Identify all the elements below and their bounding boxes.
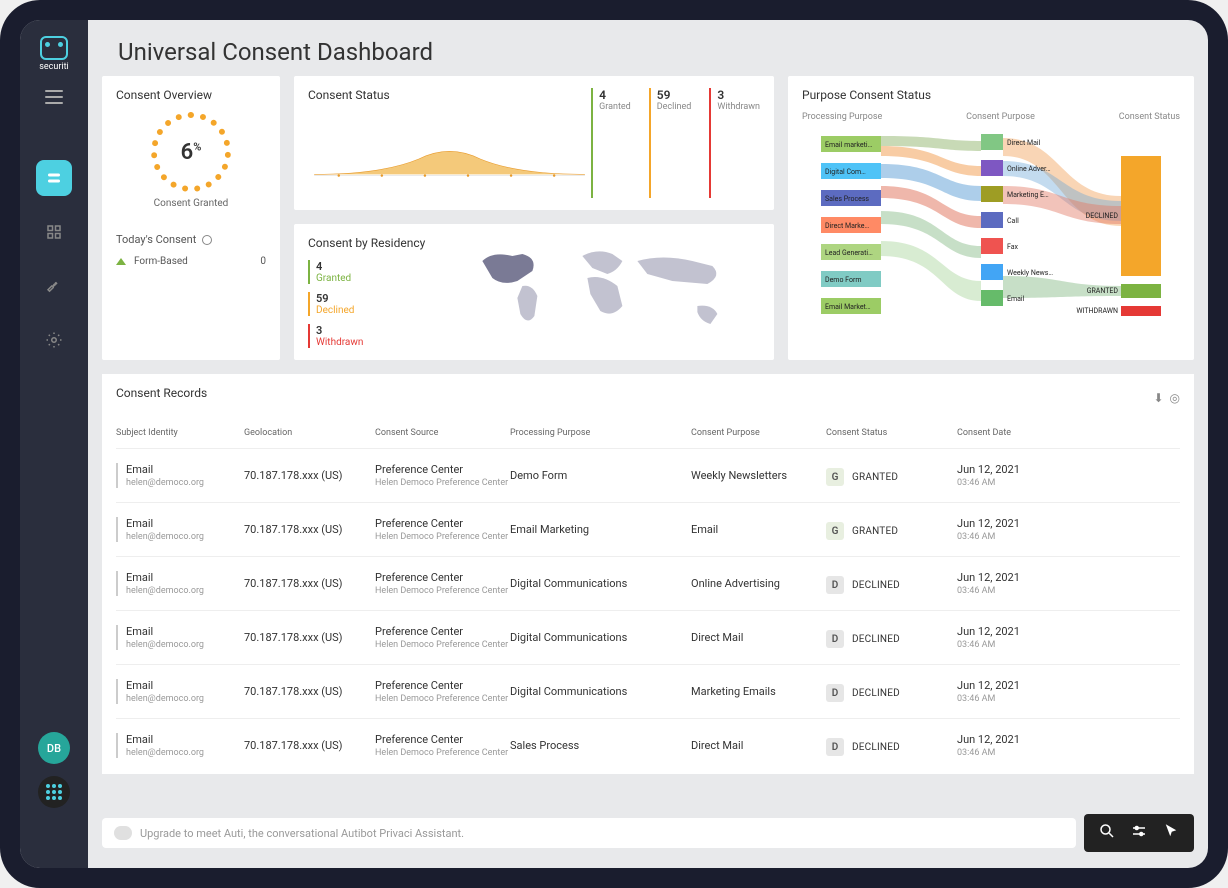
- status-stat: 59Declined: [649, 88, 692, 198]
- svg-text:Online Adver…: Online Adver…: [1007, 165, 1051, 173]
- table-row[interactable]: Emailhelen@democo.org 70.187.178.xxx (US…: [116, 556, 1180, 610]
- chat-input[interactable]: Upgrade to meet Auti, the conversational…: [102, 818, 1076, 848]
- residency-stat: 59Declined: [308, 292, 425, 316]
- nav-wrench-icon[interactable]: [36, 268, 72, 304]
- gauge-icon: 6%: [151, 112, 231, 192]
- table-row[interactable]: Emailhelen@democo.org 70.187.178.xxx (US…: [116, 664, 1180, 718]
- svg-text:WITHDRAWN: WITHDRAWN: [1076, 307, 1118, 315]
- svg-text:Weekly News…: Weekly News…: [1007, 269, 1053, 277]
- status-stat: 3Withdrawn: [709, 88, 760, 198]
- table-row[interactable]: Emailhelen@democo.org 70.187.178.xxx (US…: [116, 502, 1180, 556]
- consent-overview-card: Consent Overview 6% Consent Granted Toda…: [102, 76, 280, 360]
- status-stat: 4Granted: [591, 88, 631, 198]
- nav-grid-icon[interactable]: [36, 214, 72, 250]
- residency-stat: 4Granted: [308, 260, 425, 284]
- menu-toggle-icon[interactable]: [45, 90, 63, 104]
- visibility-icon[interactable]: ◎: [1170, 391, 1180, 405]
- card-title: Purpose Consent Status: [802, 88, 1180, 102]
- clock-icon: [202, 235, 212, 245]
- consent-status-card: Consent Status 4Granted 59Declined 3Withdr…: [294, 76, 774, 210]
- sankey-chart: Email marketi… Digital Com… Sales Process D…: [802, 126, 1180, 326]
- card-title: Consent Overview: [116, 88, 266, 102]
- svg-text:Direct Marke…: Direct Marke…: [825, 222, 869, 230]
- svg-text:Sales Process: Sales Process: [825, 195, 869, 203]
- download-icon[interactable]: ⬇: [1153, 391, 1163, 405]
- form-based-row: Form-Based 0: [116, 256, 266, 267]
- status-curve-chart: [308, 124, 591, 194]
- nav-dashboard-icon[interactable]: [36, 160, 72, 196]
- gauge-label: Consent Granted: [116, 198, 266, 209]
- svg-text:Email marketi…: Email marketi…: [825, 141, 873, 149]
- table-row[interactable]: Emailhelen@democo.org 70.187.178.xxx (US…: [116, 448, 1180, 502]
- svg-text:Lead Generati…: Lead Generati…: [825, 249, 873, 257]
- page-title: Universal Consent Dashboard: [88, 20, 1208, 76]
- sidebar: securiti DB: [20, 20, 88, 868]
- svg-text:Call: Call: [1007, 217, 1019, 225]
- svg-text:Email Market…: Email Market…: [825, 303, 871, 311]
- table-row[interactable]: Emailhelen@democo.org 70.187.178.xxx (US…: [116, 610, 1180, 664]
- consent-records-card: Consent Records ⬇ ◎ Subject Identity Geo…: [102, 374, 1194, 774]
- apps-launcher-icon[interactable]: [38, 776, 70, 808]
- triangle-up-icon: [116, 258, 126, 265]
- search-icon[interactable]: [1098, 822, 1116, 844]
- user-avatar[interactable]: DB: [38, 732, 70, 764]
- purpose-consent-card: Purpose Consent Status Processing Purpos…: [788, 76, 1194, 360]
- nav-gear-icon[interactable]: [36, 322, 72, 358]
- card-title: Consent Records: [116, 386, 207, 400]
- svg-text:Direct Mail: Direct Mail: [1007, 139, 1041, 147]
- card-title: Consent Status: [308, 88, 591, 102]
- card-title: Consent by Residency: [308, 236, 425, 250]
- svg-text:Email: Email: [1007, 295, 1025, 303]
- svg-text:DECLINED: DECLINED: [1086, 212, 1119, 220]
- svg-text:Digital Com…: Digital Com…: [825, 168, 866, 176]
- chat-icon: [114, 826, 132, 840]
- sliders-icon[interactable]: [1130, 822, 1148, 844]
- svg-text:Demo Form: Demo Form: [825, 276, 861, 284]
- brand-logo[interactable]: securiti: [30, 36, 78, 72]
- world-map-icon: [445, 236, 760, 346]
- svg-text:GRANTED: GRANTED: [1087, 287, 1119, 295]
- today-consent-label: Today's Consent: [116, 233, 266, 246]
- svg-text:Fax: Fax: [1007, 243, 1019, 251]
- table-row[interactable]: Emailhelen@democo.org 70.187.178.xxx (US…: [116, 718, 1180, 772]
- table-header: Subject Identity Geolocation Consent Sou…: [116, 410, 1180, 448]
- consent-residency-card: Consent by Residency 4Granted 59Declined 3…: [294, 224, 774, 360]
- bottom-toolbar: [1084, 814, 1194, 852]
- residency-stat: 3Withdrawn: [308, 324, 425, 348]
- bottom-bar: Upgrade to meet Auti, the conversational…: [102, 814, 1194, 852]
- pointer-icon[interactable]: [1162, 822, 1180, 844]
- svg-text:Marketing E…: Marketing E…: [1007, 191, 1049, 199]
